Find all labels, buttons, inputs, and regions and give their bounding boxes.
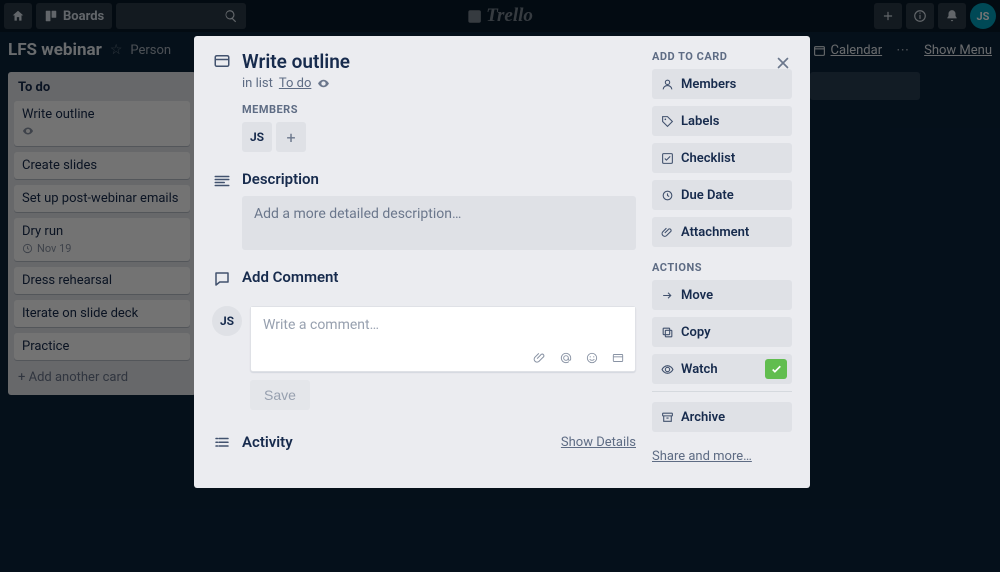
- paperclip-icon: [661, 226, 674, 239]
- attachment-button[interactable]: Attachment: [652, 217, 792, 247]
- move-button[interactable]: Move: [652, 280, 792, 310]
- archive-icon: [661, 411, 674, 424]
- comment-box: [250, 306, 636, 372]
- commenter-avatar: JS: [212, 306, 242, 336]
- card-ref-icon[interactable]: [611, 351, 625, 365]
- show-details-link[interactable]: Show Details: [561, 435, 636, 450]
- checklist-icon: [661, 152, 674, 165]
- copy-icon: [661, 326, 674, 339]
- members-button[interactable]: Members: [652, 69, 792, 99]
- add-member-button[interactable]: +: [276, 122, 306, 152]
- watch-button[interactable]: Watch: [652, 354, 792, 384]
- eye-icon: [317, 77, 330, 90]
- modal-card-title[interactable]: Write outline: [242, 50, 636, 73]
- share-link[interactable]: Share and more…: [652, 449, 752, 464]
- arrow-right-icon: [661, 289, 674, 302]
- divider: [652, 391, 792, 392]
- emoji-icon[interactable]: [585, 351, 599, 365]
- description-input[interactable]: Add a more detailed description…: [242, 196, 636, 250]
- members-heading: MEMBERS: [242, 103, 636, 116]
- eye-icon: [661, 363, 674, 376]
- checklist-button[interactable]: Checklist: [652, 143, 792, 173]
- comment-input[interactable]: [251, 307, 635, 343]
- person-icon: [661, 78, 674, 91]
- comment-icon: [212, 270, 232, 294]
- list-link[interactable]: To do: [279, 76, 312, 91]
- labels-button[interactable]: Labels: [652, 106, 792, 136]
- member-chip[interactable]: JS: [242, 122, 272, 152]
- add-comment-heading: Add Comment: [242, 268, 636, 286]
- attachment-icon[interactable]: [533, 351, 547, 365]
- check-icon: [770, 363, 783, 376]
- clock-icon: [661, 189, 674, 202]
- save-comment-button[interactable]: Save: [250, 380, 310, 410]
- label-icon: [661, 115, 674, 128]
- card-modal: Write outline in list To do MEMBERS JS +: [194, 36, 810, 488]
- archive-button[interactable]: Archive: [652, 402, 792, 432]
- due-date-button[interactable]: Due Date: [652, 180, 792, 210]
- mention-icon[interactable]: [559, 351, 573, 365]
- watching-badge: [765, 359, 787, 379]
- description-icon: [212, 172, 232, 250]
- activity-icon: [212, 434, 232, 452]
- activity-heading: Activity: [242, 433, 293, 451]
- in-list-text: in list To do: [242, 76, 636, 91]
- card-icon: [212, 52, 232, 91]
- description-heading: Description: [242, 170, 636, 188]
- copy-button[interactable]: Copy: [652, 317, 792, 347]
- actions-heading: ACTIONS: [652, 261, 792, 274]
